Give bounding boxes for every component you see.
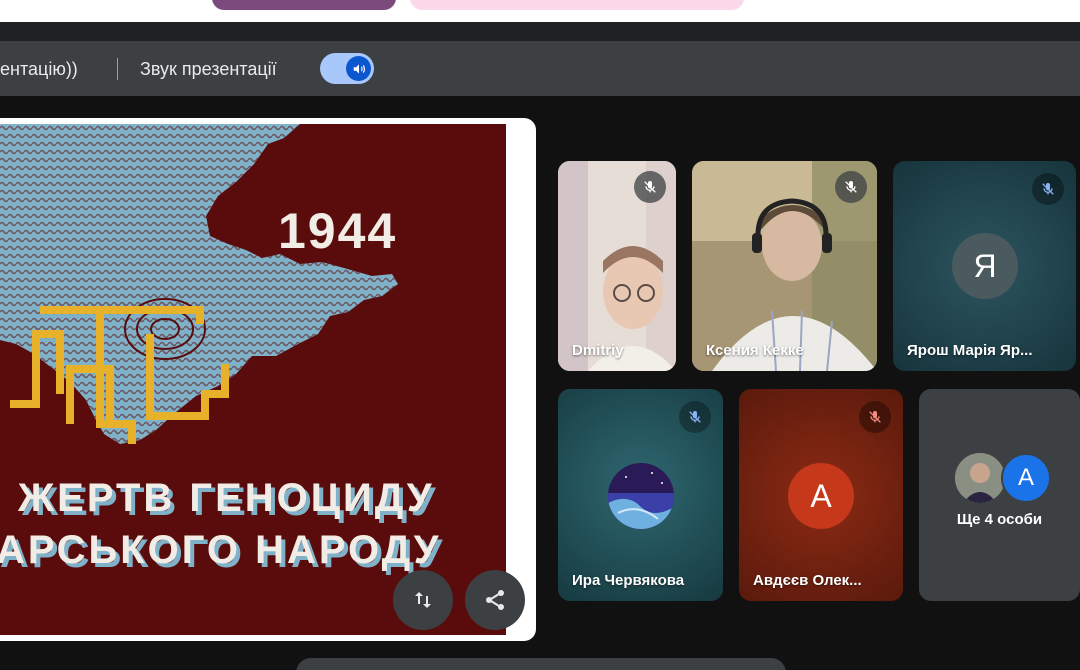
participant-tile-dmitriy[interactable]: Dmitriy bbox=[558, 161, 676, 371]
mic-off-icon bbox=[634, 171, 666, 203]
mic-off-icon bbox=[835, 171, 867, 203]
browser-tab-pill-pink[interactable] bbox=[410, 0, 744, 10]
participant-name: Ярош Марія Яр... bbox=[907, 342, 1033, 359]
divider bbox=[117, 58, 118, 80]
presentation-title-fragment: ентацію)) bbox=[0, 59, 78, 79]
browser-tab-pill[interactable] bbox=[212, 0, 396, 10]
mic-off-icon bbox=[1032, 173, 1064, 205]
slide-year: 1944 bbox=[278, 203, 398, 259]
more-participants-tile[interactable]: А Ще 4 особи bbox=[919, 389, 1080, 601]
avatar bbox=[955, 453, 1005, 503]
presentation-bar: ентацію)) Звук презентації bbox=[0, 41, 1080, 96]
avatar: А bbox=[788, 463, 854, 529]
meeting-stage: 1944 ЖЕРТВ ГЕНОЦИДУ АРСЬКОГО НАРОДУ Dmit… bbox=[0, 96, 1080, 670]
slide-heading-line1: ЖЕРТВ ГЕНОЦИДУ bbox=[18, 476, 435, 520]
volume-icon bbox=[346, 56, 371, 81]
presentation-slide: 1944 ЖЕРТВ ГЕНОЦИДУ АРСЬКОГО НАРОДУ bbox=[0, 124, 506, 635]
slide-heading-line2: АРСЬКОГО НАРОДУ bbox=[0, 528, 442, 572]
reorder-button[interactable] bbox=[393, 570, 453, 630]
participant-tile-kseniya[interactable]: Ксения Кекке bbox=[692, 161, 877, 371]
presentation-frame: 1944 ЖЕРТВ ГЕНОЦИДУ АРСЬКОГО НАРОДУ bbox=[0, 118, 536, 641]
mic-off-icon bbox=[679, 401, 711, 433]
avatar bbox=[608, 463, 674, 529]
presentation-sound-label: Звук презентації bbox=[140, 59, 277, 79]
presentation-sound-toggle[interactable] bbox=[320, 53, 374, 84]
browser-top-strip bbox=[0, 0, 1080, 22]
participant-tile-yarosh[interactable]: Я Ярош Марія Яр... bbox=[893, 161, 1076, 371]
bottom-controls-bar[interactable] bbox=[296, 658, 786, 670]
more-participants-label: Ще 4 особи bbox=[956, 511, 1043, 528]
swap-vertical-icon bbox=[415, 592, 431, 608]
share-icon bbox=[486, 590, 504, 610]
participant-name: Dmitriy bbox=[572, 342, 624, 359]
participant-name: Авдєєв Олек... bbox=[753, 572, 862, 589]
mic-off-icon bbox=[859, 401, 891, 433]
avatar: А bbox=[1001, 453, 1051, 503]
participant-tile-avdeev[interactable]: А Авдєєв Олек... bbox=[739, 389, 903, 601]
share-button[interactable] bbox=[465, 570, 525, 630]
participant-name: Ксения Кекке bbox=[706, 342, 804, 359]
avatar: Я bbox=[952, 233, 1018, 299]
participant-tile-ira[interactable]: Ира Червякова bbox=[558, 389, 723, 601]
participant-name: Ира Червякова bbox=[572, 572, 685, 589]
